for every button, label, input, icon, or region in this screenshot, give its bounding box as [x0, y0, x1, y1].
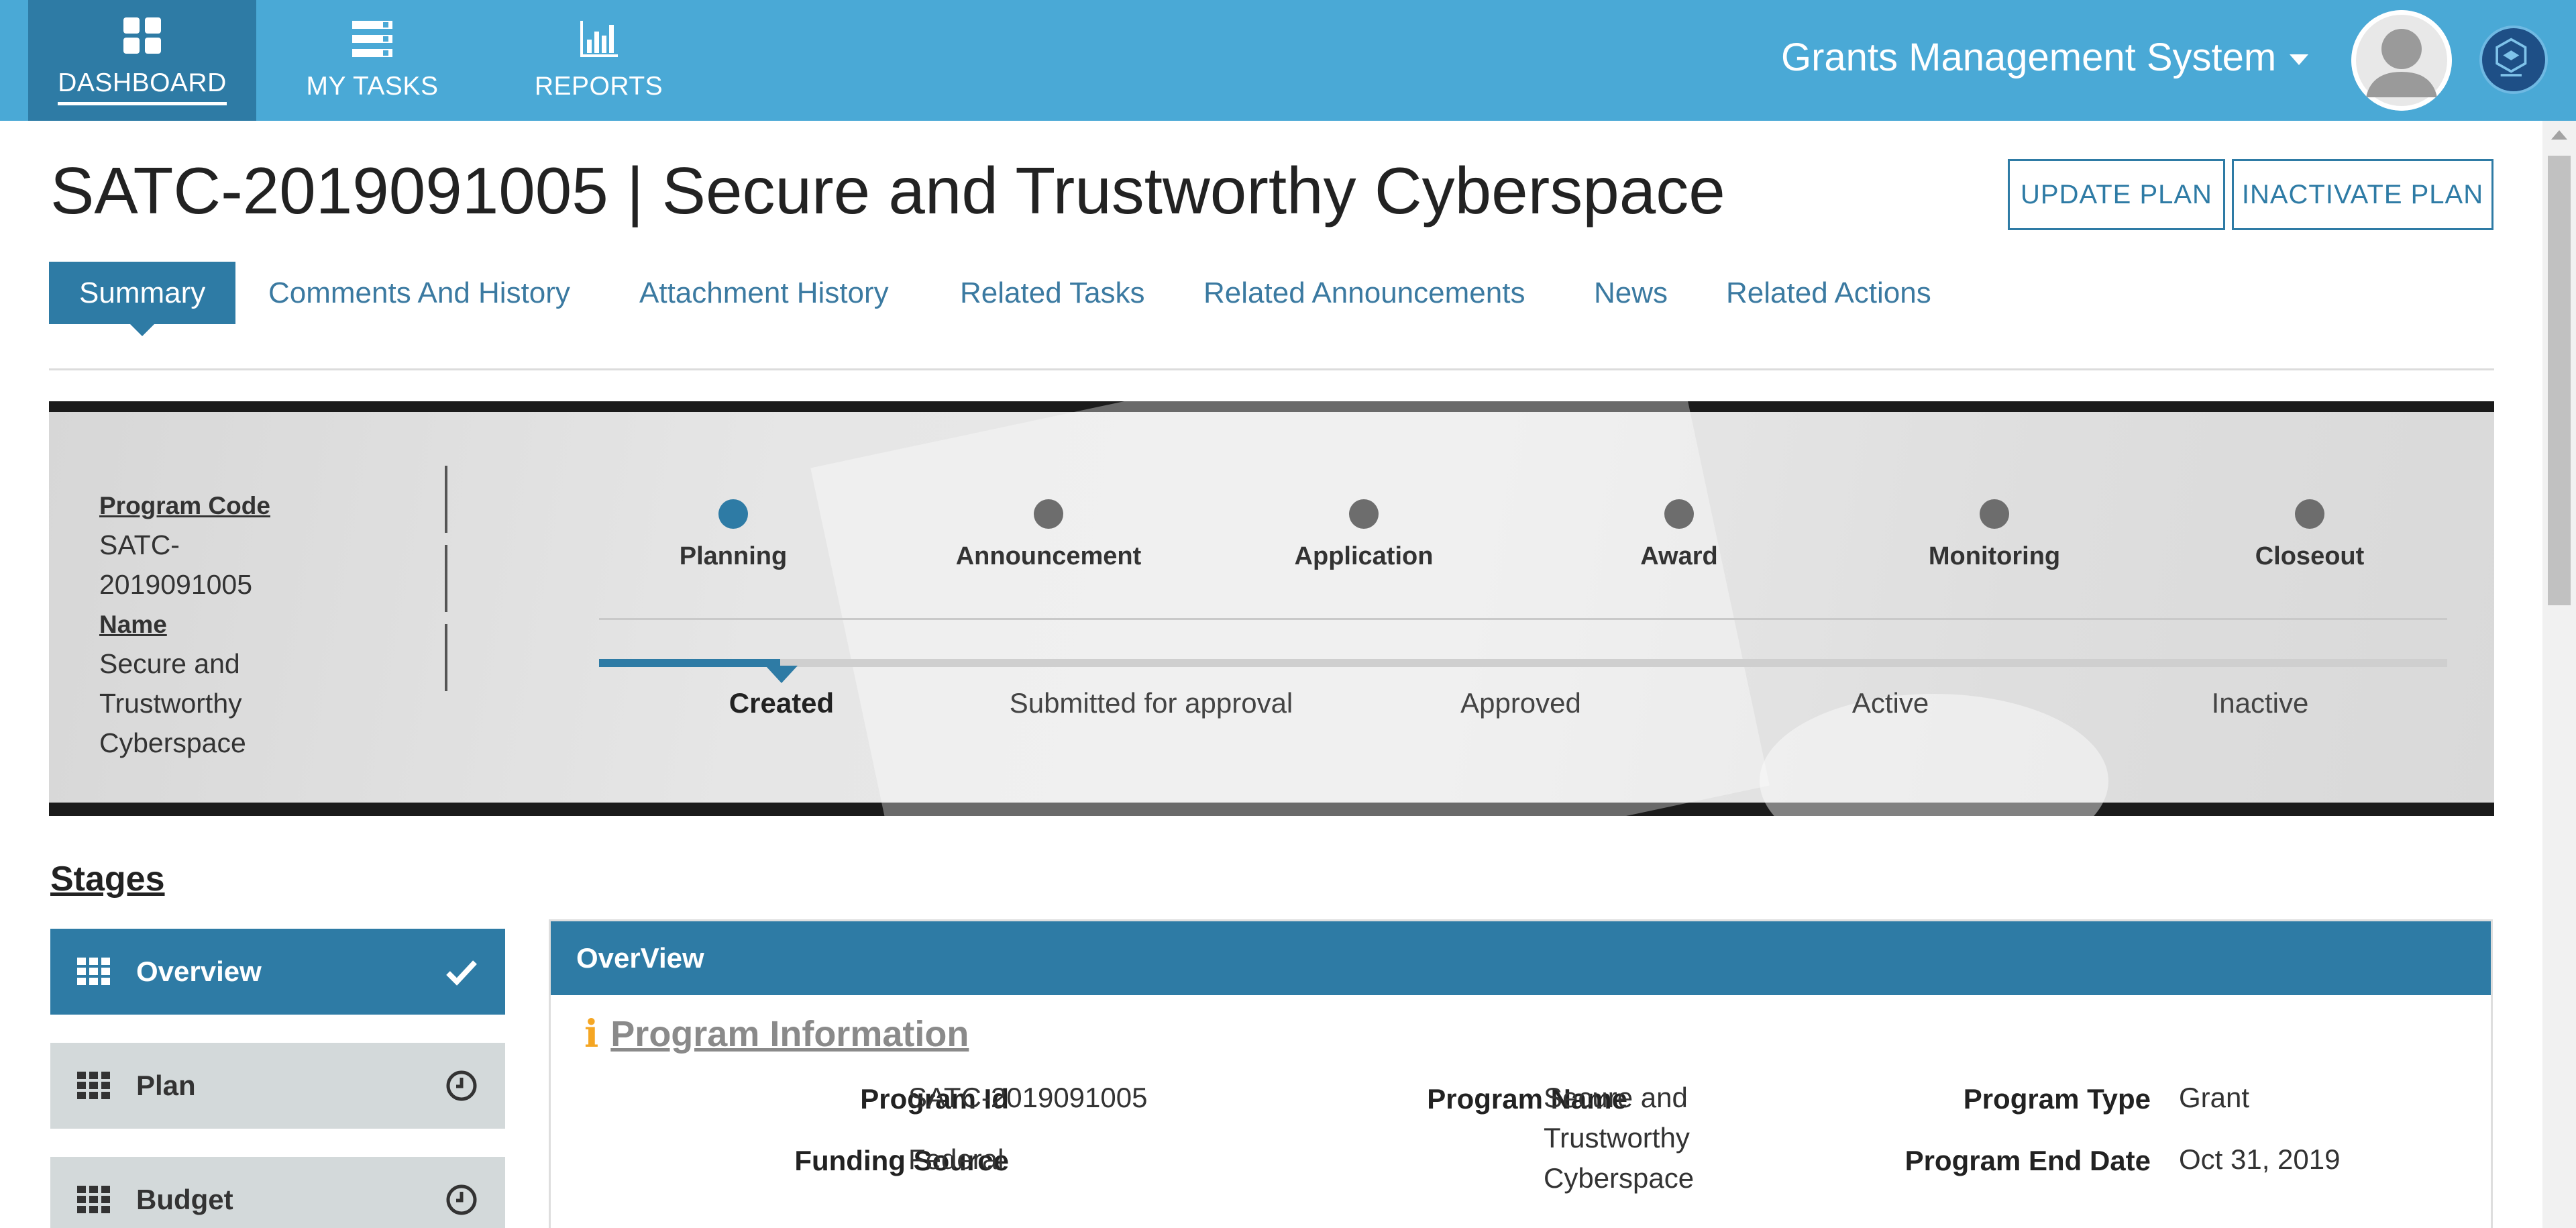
program-information-section: i Program Information — [584, 1012, 969, 1056]
status-progress-track — [599, 659, 2447, 683]
lifecycle-stages: Planning Announcement Application Award … — [599, 499, 2451, 586]
nav-reports[interactable]: REPORTS — [510, 0, 688, 121]
program-code-label: Program Code — [99, 492, 270, 519]
divider — [445, 466, 447, 533]
checkmark-icon — [446, 960, 477, 986]
stage-label: Announcement — [955, 542, 1142, 570]
stage-label: Planning — [679, 542, 788, 570]
program-summary: Program Code SATC- 2019091005 Name Secur… — [99, 486, 280, 763]
stage-closeout[interactable]: Closeout — [2209, 499, 2410, 571]
program-name-value: Secure and Trustworthy Cyberspace — [99, 648, 246, 758]
stage-dot — [1980, 499, 2009, 529]
stage-label: Application — [1294, 542, 1434, 570]
program-name-value: Secure and Trustworthy Cyberspace — [1544, 1082, 1695, 1194]
user-avatar[interactable] — [2351, 10, 2452, 111]
tab-summary[interactable]: Summary — [49, 262, 236, 336]
stage-dot — [1664, 499, 1694, 529]
status-approved: Approved — [1460, 687, 1581, 719]
user-silhouette-icon — [2351, 10, 2452, 111]
vertical-scrollbar[interactable] — [2542, 121, 2576, 1228]
top-navigation-bar: DASHBOARD MY TASKS REPORTS Grants Manage… — [0, 0, 2576, 121]
nav-my-tasks-label: MY TASKS — [306, 72, 439, 101]
tab-attachment-history[interactable]: Attachment History — [639, 262, 889, 324]
bar-chart-icon — [580, 21, 618, 57]
stages-heading: Stages — [50, 860, 165, 899]
clock-icon — [446, 1070, 477, 1101]
stage-label: Monitoring — [1928, 542, 2061, 570]
status-pointer-icon — [765, 666, 798, 683]
detail-tabs: Summary Comments And History Attachment … — [49, 262, 2494, 370]
agency-logo[interactable] — [2479, 25, 2548, 94]
program-code-value: SATC- 2019091005 — [99, 529, 253, 600]
program-id-value: SATC-2019091005 — [908, 1082, 1148, 1113]
stage-dot — [1349, 499, 1379, 529]
plan-status-steps: Created Submitted for approval Approved … — [599, 687, 2447, 727]
status-active: Active — [1851, 687, 1929, 719]
stage-monitoring[interactable]: Monitoring — [1894, 499, 2095, 571]
divider — [445, 624, 447, 691]
sidebar-item-label: Overview — [136, 956, 262, 987]
status-created: Created — [729, 687, 835, 719]
sidebar-item-label: Plan — [136, 1070, 196, 1101]
program-name-label: Name — [99, 611, 167, 638]
hexagon-logo-icon — [2496, 38, 2527, 76]
dashboard-icon — [123, 17, 161, 54]
sidebar-item-budget[interactable]: Budget — [50, 1157, 505, 1228]
nav-my-tasks[interactable]: MY TASKS — [278, 0, 466, 121]
page-title: SATC-2019091005 | Secure and Trustworthy… — [50, 154, 1725, 227]
stage-announcement[interactable]: Announcement — [948, 499, 1149, 571]
stage-divider-line — [599, 618, 2447, 620]
sidebar-item-overview[interactable]: Overview — [50, 929, 505, 1015]
nav-dashboard[interactable]: DASHBOARD — [28, 0, 256, 121]
clock-icon — [446, 1184, 477, 1215]
scrollbar-thumb[interactable] — [2548, 156, 2571, 605]
program-type-value: Grant — [2179, 1082, 2250, 1113]
system-title: Grants Management System — [1781, 35, 2277, 79]
stage-award[interactable]: Award — [1578, 499, 1780, 571]
nav-dashboard-label: DASHBOARD — [58, 68, 227, 105]
update-plan-button[interactable]: UPDATE PLAN — [2008, 159, 2225, 230]
status-submitted-for-approval: Submitted for approval — [1009, 687, 1293, 719]
banner-background-highlight — [810, 401, 1770, 816]
funding-source-value: Federal — [908, 1143, 1004, 1175]
program-type-label: Program Type — [1963, 1083, 2151, 1115]
grid-icon — [77, 1072, 110, 1099]
program-information-title[interactable]: Program Information — [610, 1013, 969, 1055]
tab-related-tasks[interactable]: Related Tasks — [960, 262, 1145, 324]
stage-application[interactable]: Application — [1263, 499, 1464, 571]
stage-label: Award — [1640, 542, 1718, 570]
stage-dot — [1034, 499, 1063, 529]
tasks-list-icon — [352, 21, 392, 57]
program-end-date-value: Oct 31, 2019 — [2179, 1143, 2341, 1175]
overview-panel-header: OverView — [551, 921, 2491, 995]
tab-related-actions[interactable]: Related Actions — [1726, 262, 1931, 324]
status-progress-fill — [599, 659, 780, 667]
divider — [445, 545, 447, 612]
nav-reports-label: REPORTS — [534, 72, 663, 101]
info-icon: i — [584, 1012, 599, 1056]
stage-dot — [2295, 499, 2324, 529]
inactivate-plan-button[interactable]: INACTIVATE PLAN — [2232, 159, 2493, 230]
status-inactive: Inactive — [2211, 687, 2309, 719]
stage-label: Closeout — [2255, 542, 2365, 570]
grid-icon — [77, 958, 110, 985]
sidebar-item-plan[interactable]: Plan — [50, 1043, 505, 1129]
grid-icon — [77, 1186, 110, 1213]
stage-dot-current — [718, 499, 748, 529]
sidebar-item-label: Budget — [136, 1184, 233, 1215]
chevron-down-icon — [2290, 54, 2309, 65]
tab-comments-and-history[interactable]: Comments And History — [268, 262, 570, 324]
system-switcher[interactable]: Grants Management System — [1781, 34, 2309, 81]
tab-related-announcements[interactable]: Related Announcements — [1203, 262, 1525, 324]
scroll-up-arrow-icon[interactable] — [2551, 130, 2567, 140]
banner-background: Program Code SATC- 2019091005 Name Secur… — [49, 401, 2494, 816]
overview-panel: OverView i Program Information Program I… — [549, 919, 2493, 1228]
tab-news[interactable]: News — [1594, 262, 1668, 324]
program-lifecycle-banner: Program Code SATC- 2019091005 Name Secur… — [49, 401, 2494, 816]
program-end-date-label: Program End Date — [1904, 1145, 2151, 1176]
stage-planning[interactable]: Planning — [633, 499, 834, 571]
